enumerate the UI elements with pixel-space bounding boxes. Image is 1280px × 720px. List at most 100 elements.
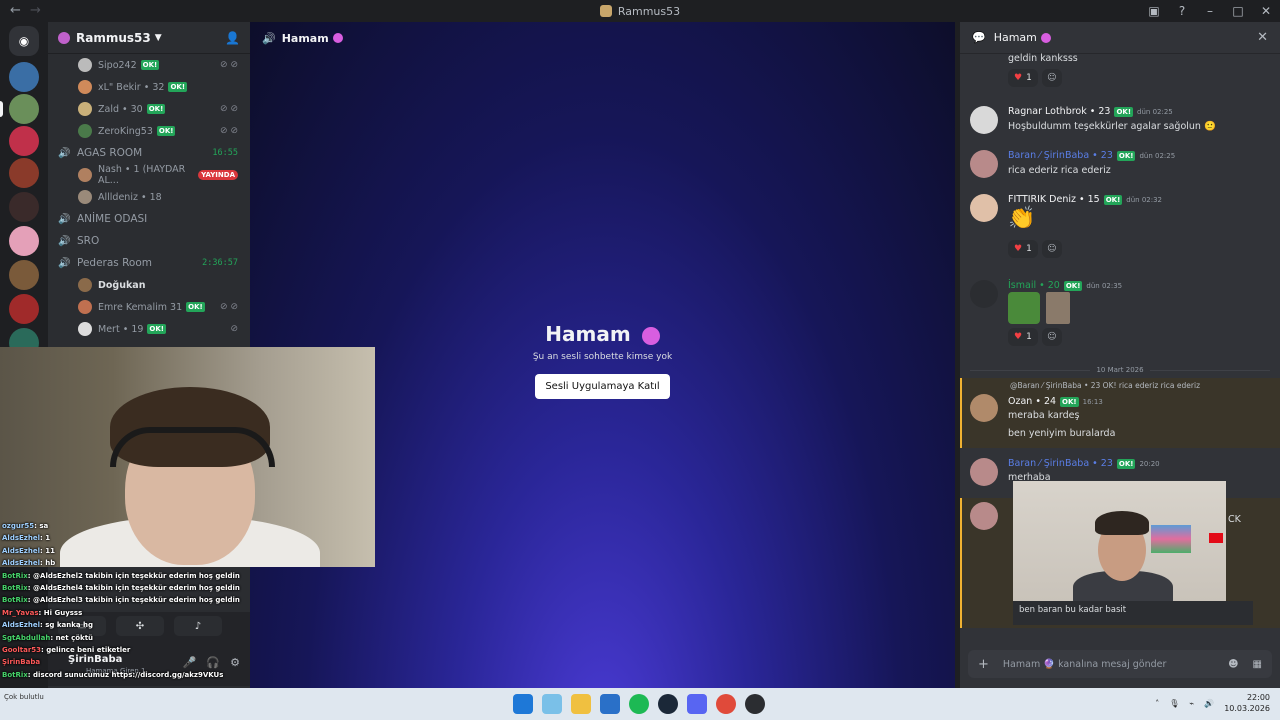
back-arrow-icon[interactable]: ← [10, 3, 21, 18]
voice-channel-agas[interactable]: 🔊 AGAS ROOM 16:55 [48, 142, 250, 164]
flag-poster [1151, 525, 1191, 553]
volume-icon[interactable]: 🔊 [1204, 699, 1214, 708]
server-icon[interactable] [9, 260, 39, 290]
channel-timer: 2:36:57 [202, 258, 238, 268]
voice-member[interactable]: Zald • 30 OK! ⊘ ⊘ [48, 98, 250, 120]
store-icon[interactable] [600, 694, 620, 714]
message-text: ben baran bu kadar basit [1013, 601, 1253, 625]
server-icon[interactable] [9, 158, 39, 188]
network-icon[interactable]: ⌁ [1189, 699, 1194, 708]
ok-badge: OK! [1114, 107, 1134, 117]
chrome-icon[interactable] [716, 694, 736, 714]
windows-start-icon[interactable] [513, 694, 533, 714]
add-member-icon[interactable]: 👤 [225, 31, 240, 45]
server-icon[interactable] [0, 94, 39, 124]
heart-icon: ♥ [1014, 332, 1023, 342]
discord-home-icon[interactable]: ◉ [9, 26, 39, 56]
widgets-icon[interactable] [542, 694, 562, 714]
voice-channel-anime[interactable]: 🔊 ANİME ODASI [48, 208, 250, 230]
voice-channel-sro[interactable]: 🔊 SRO [48, 230, 250, 252]
avatar [78, 190, 92, 204]
ok-badge: OK! [1063, 281, 1083, 291]
chat-line: SgtAbdullah: net çöktü [2, 633, 94, 642]
voice-member[interactable]: xL" Bekir • 32 OK! [48, 76, 250, 98]
server-header[interactable]: Rammus53 ▼ 👤 [48, 22, 250, 54]
chat-line: BotRix: @AldsEzhel3 takibin için teşekkü… [2, 596, 240, 605]
weather-widget[interactable]: Çok bulutlu [4, 692, 44, 703]
maximize-icon[interactable]: □ [1224, 4, 1252, 18]
app-icon[interactable] [745, 694, 765, 714]
chat-message: İsmail • 20 OK! dün 02:35 ♥ 1 ☺ [960, 278, 1280, 348]
avatar [970, 150, 998, 178]
voice-member[interactable]: ZeroKing53 OK! ⊘ ⊘ [48, 120, 250, 142]
server-icon[interactable] [9, 226, 39, 256]
voice-member[interactable]: Mert • 19 OK! ⊘ [48, 318, 250, 340]
emoji-icon[interactable]: ☻ [1228, 659, 1238, 670]
steam-icon[interactable] [658, 694, 678, 714]
voice-member[interactable]: Allldeniz • 18 [48, 186, 250, 208]
chat-line: AldsEzhel: 11 [2, 546, 55, 555]
heart-reaction[interactable]: ♥ 1 [1008, 328, 1038, 346]
server-icon[interactable] [9, 192, 39, 222]
muted-icon: ⊘ [230, 324, 238, 334]
plus-icon[interactable]: + [978, 657, 989, 672]
discord-icon[interactable] [687, 694, 707, 714]
chat-message: Ragnar Lothbrok • 23 OK! dün 02:25 Hoşbuld… [960, 104, 1280, 144]
server-icon[interactable] [9, 62, 39, 92]
reaction-bar: ♥ 1 ☺ [1008, 328, 1062, 346]
forward-arrow-icon[interactable]: → [30, 3, 41, 18]
heart-reaction[interactable]: ♥ 1 [1008, 240, 1038, 258]
chat-line: AldsEzhel: sg kanka hg [2, 621, 94, 630]
spotify-icon[interactable] [629, 694, 649, 714]
ok-badge: OK! [146, 104, 166, 114]
chevron-up-icon[interactable]: ˄ [1155, 699, 1159, 708]
voice-member[interactable]: Emre Kemalim 31 OK! ⊘ ⊘ [48, 296, 250, 318]
chat-line: AldsEzhel: 1 [2, 534, 51, 543]
voice-member[interactable]: Sipo242 OK! ⊘ ⊘ [48, 54, 250, 76]
sticker-image [1008, 292, 1040, 324]
server-badge-icon [58, 31, 70, 44]
add-reaction-icon[interactable]: ☺ [1041, 69, 1062, 87]
chat-line: BotRix: @AldsEzhel4 takibin için teşekkü… [2, 584, 240, 593]
avatar [78, 124, 92, 138]
close-window-icon[interactable]: ✕ [1252, 4, 1280, 18]
chat-line: Gooltar53: gelince beni etiketler [2, 646, 131, 655]
inbox-icon[interactable]: ▣ [1140, 4, 1168, 18]
add-reaction-icon[interactable]: ☺ [1041, 240, 1062, 258]
speaker-icon: 🔊 [58, 235, 71, 247]
microphone-icon[interactable]: 🎙 [1169, 699, 1179, 708]
voice-member[interactable]: Doğukan [48, 274, 250, 296]
voice-channel-pederas[interactable]: 🔊 Pederas Room 2:36:57 [48, 252, 250, 274]
window-title: Rammus53 [599, 5, 680, 18]
close-icon[interactable]: ✕ [1257, 30, 1268, 45]
clock[interactable]: 22:00 10.03.2026 [1224, 692, 1270, 714]
join-voice-button[interactable]: Sesli Uygulamaya Katıl [535, 374, 670, 399]
sticker-image [1046, 292, 1070, 324]
system-tray: ˄ 🎙 ⌁ 🔊 22:00 10.03.2026 [1155, 692, 1270, 714]
chat-line: BotRix: discord sunucumuz https://discor… [2, 670, 224, 679]
live-badge: YAYINDA [198, 170, 238, 180]
file-explorer-icon[interactable] [571, 694, 591, 714]
avatar [970, 394, 998, 422]
reaction-bar: ♥ 1 ☺ [1008, 69, 1062, 87]
server-icon[interactable] [9, 126, 39, 156]
help-icon[interactable]: ? [1168, 4, 1196, 18]
minimize-icon[interactable]: – [1196, 4, 1224, 18]
crystal-icon [332, 33, 343, 43]
server-icon[interactable] [9, 294, 39, 324]
add-reaction-icon[interactable]: ☺ [1041, 328, 1062, 346]
chat-message: Baran ⁄ ŞirinBaba • 23 OK! dün 02:25 rica … [960, 148, 1280, 188]
avatar [970, 458, 998, 486]
message-input[interactable]: + Hamam 🔮 kanalına mesaj gönder ☻ ▦ [968, 650, 1272, 678]
heart-reaction[interactable]: ♥ 1 [1008, 69, 1038, 87]
crystal-icon [641, 326, 660, 345]
chat-header: 💬 Hamam ✕ [960, 22, 1280, 54]
chat-line: ŞirinBaba [2, 658, 41, 667]
avatar [78, 322, 92, 336]
speaker-icon: 🔊 [262, 31, 276, 45]
avatar [78, 278, 92, 292]
apps-icon[interactable]: ▦ [1253, 659, 1262, 670]
ok-badge: OK! [186, 302, 205, 312]
voice-member[interactable]: Nash • 1 (HAYDAR AL... YAYINDA [48, 164, 250, 186]
taskbar: Çok bulutlu ˄ 🎙 ⌁ 🔊 22:00 10.03.2026 [0, 688, 1280, 720]
